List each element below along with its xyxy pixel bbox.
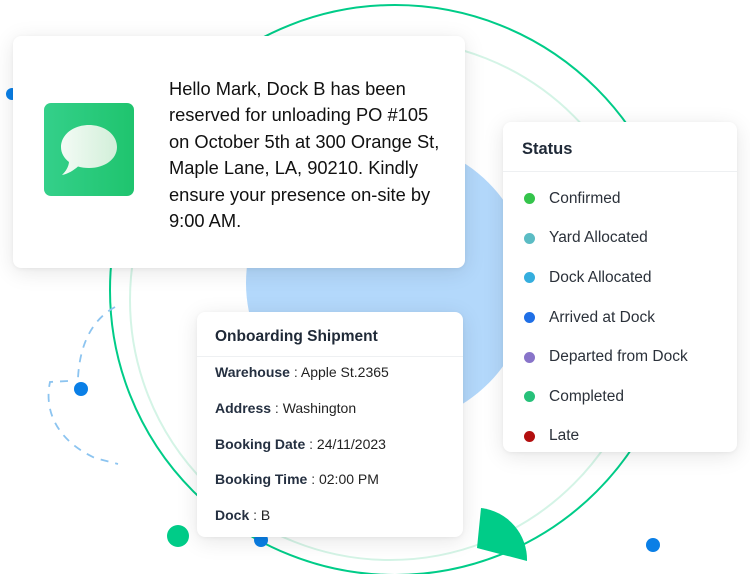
shipment-row-warehouse: Warehouse : Apple St.2365 xyxy=(197,357,463,393)
chat-bubble-icon xyxy=(44,103,134,196)
blue-dot-right xyxy=(646,538,660,552)
status-label: Late xyxy=(549,427,580,445)
field-separator: : xyxy=(253,507,261,524)
status-item-departed-from-dock: Departed from Dock xyxy=(503,337,737,377)
status-legend-card: Status Confirmed Yard Allocated Dock All… xyxy=(503,122,737,452)
status-item-yard-allocated: Yard Allocated xyxy=(503,219,737,259)
status-dot-icon xyxy=(524,391,535,403)
shipment-row-booking-time: Booking Time : 02:00 PM xyxy=(197,464,463,500)
field-label: Booking Date xyxy=(215,435,306,452)
blue-dot-left xyxy=(74,382,88,396)
green-dot xyxy=(167,525,189,547)
field-value: B xyxy=(260,507,271,524)
notification-card: Hello Mark, Dock B has been reserved for… xyxy=(13,36,465,268)
status-dot-icon xyxy=(524,272,535,284)
status-label: Yard Allocated xyxy=(549,229,648,247)
field-value: 24/11/2023 xyxy=(316,435,386,452)
status-label: Confirmed xyxy=(549,189,621,207)
status-item-late: Late xyxy=(503,417,737,457)
shipment-row-booking-date: Booking Date : 24/11/2023 xyxy=(197,429,463,465)
status-title: Status xyxy=(503,122,737,172)
status-item-completed: Completed xyxy=(503,377,737,417)
notification-message: Hello Mark, Dock B has been reserved for… xyxy=(169,78,440,232)
shipment-row-address: Address : Washington xyxy=(197,393,463,429)
status-label: Completed xyxy=(549,387,624,405)
green-sector xyxy=(477,508,528,561)
field-label: Address xyxy=(215,399,272,416)
status-dot-icon xyxy=(524,312,535,324)
status-dot-icon xyxy=(524,430,535,442)
field-label: Booking Time xyxy=(215,471,308,488)
status-item-dock-allocated: Dock Allocated xyxy=(503,258,737,298)
field-label: Dock xyxy=(215,507,250,524)
shipment-title: Onboarding Shipment xyxy=(197,312,463,357)
status-label: Dock Allocated xyxy=(549,268,652,286)
field-separator: : xyxy=(293,364,301,380)
field-separator: : xyxy=(274,399,283,416)
status-list: Confirmed Yard Allocated Dock Allocated … xyxy=(503,172,737,456)
status-item-confirmed: Confirmed xyxy=(503,179,737,219)
field-value: 02:00 PM xyxy=(318,471,379,488)
field-separator: : xyxy=(309,435,317,452)
field-value: Washington xyxy=(282,399,357,416)
status-dot-icon xyxy=(524,232,535,244)
status-item-arrived-at-dock: Arrived at Dock xyxy=(503,298,737,338)
field-separator: : xyxy=(311,471,319,488)
field-value: Apple St.2365 xyxy=(300,364,389,380)
status-dot-icon xyxy=(524,351,535,363)
onboarding-shipment-card: Onboarding Shipment Warehouse : Apple St… xyxy=(197,312,463,537)
status-label: Departed from Dock xyxy=(549,348,688,366)
status-label: Arrived at Dock xyxy=(549,308,655,326)
dashed-arc-upper xyxy=(77,306,116,379)
field-label: Warehouse xyxy=(215,364,290,380)
shipment-row-dock: Dock : B xyxy=(197,500,463,536)
status-dot-icon xyxy=(524,193,535,205)
